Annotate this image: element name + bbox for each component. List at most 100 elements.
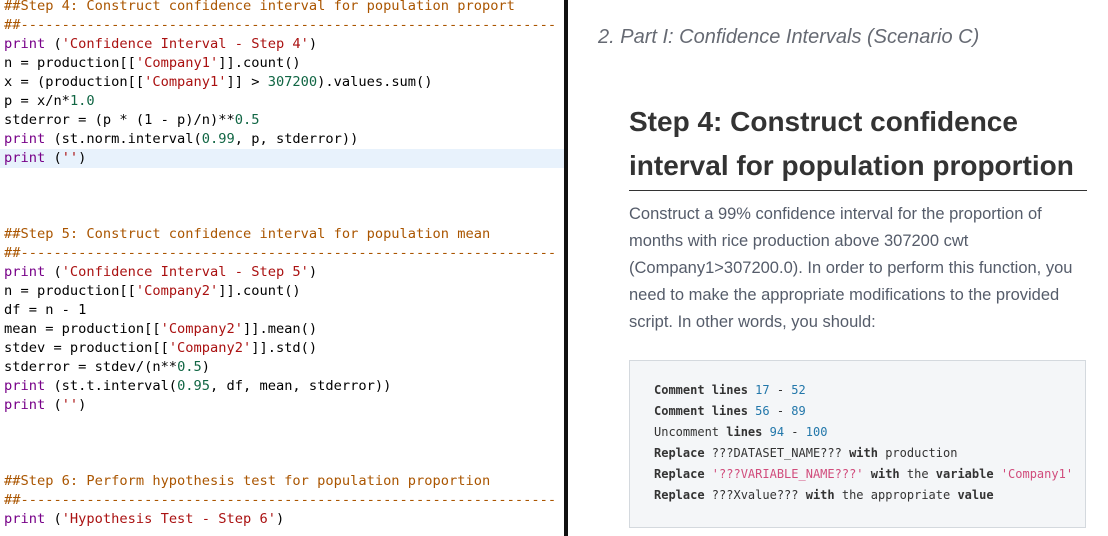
code-line[interactable]: stdev = production[['Company2']].std() (0, 339, 564, 358)
code-token: (st.t.interval( (45, 378, 178, 394)
code-editor[interactable]: ##Step 4: Construct confidence interval … (0, 0, 564, 536)
code-line[interactable]: ##--------------------------------------… (0, 491, 564, 510)
code-token: 'Company2' (135, 283, 219, 299)
instruction-token: variable (935, 467, 1001, 481)
code-line[interactable]: n = production[['Company1']].count() (0, 54, 564, 73)
code-token: ) (78, 150, 87, 166)
instruction-token: Uncomment (654, 425, 727, 439)
code-token: ##--------------------------------------… (4, 492, 557, 508)
code-token: ).values.sum() (317, 74, 433, 90)
code-line[interactable]: df = n - 1 (0, 301, 564, 320)
instruction-token: 94 (769, 425, 785, 439)
instruction-token: 56 (755, 404, 770, 418)
code-token: print (4, 511, 46, 527)
instruction-token: ???Xvalue??? (711, 488, 806, 502)
code-token: print (4, 264, 46, 280)
code-token: ) (201, 359, 211, 375)
step-description: Construct a 99% confidence interval for … (629, 205, 1073, 331)
code-token: '' (61, 397, 79, 413)
code-token: ( (45, 264, 62, 280)
code-token: x = (production[[ (4, 74, 145, 90)
code-token: (st.norm.interval( (45, 131, 202, 147)
code-line[interactable] (0, 187, 564, 206)
code-line[interactable]: print (st.norm.interval(0.99, p, stderro… (0, 130, 564, 149)
code-line[interactable]: ##--------------------------------------… (0, 16, 564, 35)
code-token: ##--------------------------------------… (4, 245, 557, 261)
instruction-line: Replace '???VARIABLE_NAME???' with the v… (654, 464, 1073, 485)
code-token: df = n - 1 (4, 302, 87, 318)
code-line[interactable]: ##Step 4: Construct confidence interval … (0, 0, 564, 16)
code-token: 0.95 (177, 378, 211, 394)
code-token: ) (275, 511, 285, 527)
code-token: 'Company1' (144, 74, 227, 90)
code-token: ( (45, 511, 62, 527)
code-line[interactable] (0, 206, 564, 225)
code-token: print (4, 36, 46, 52)
code-token: n = production[[ (4, 55, 136, 71)
instruction-token: lines (726, 425, 770, 439)
code-line[interactable]: ##Step 6: Perform hypothesis test for po… (0, 472, 564, 491)
code-token: n = production[[ (4, 283, 136, 299)
code-token: mean = production[[ (4, 321, 161, 337)
code-token: print (4, 150, 46, 166)
code-token: ##Step 5: Construct confidence interval … (4, 226, 491, 242)
code-token: ( (45, 150, 62, 166)
code-line[interactable]: mean = production[['Company2']].mean() (0, 320, 564, 339)
code-token: 'Company2' (160, 321, 243, 337)
code-token: ]].mean() (242, 321, 318, 337)
code-line[interactable]: print (st.t.interval(0.95, df, mean, std… (0, 377, 564, 396)
instruction-line: Comment lines 17 - 52 (654, 380, 806, 401)
code-line[interactable]: p = x/n*1.0 (0, 92, 564, 111)
instruction-token: the appropriate (841, 488, 958, 502)
instruction-token: 17 (755, 383, 770, 397)
instruction-token: with (849, 446, 886, 460)
instruction-token: the (906, 467, 936, 481)
instruction-line: Replace ???DATASET_NAME??? with producti… (654, 443, 957, 464)
instruction-line: Uncomment lines 94 - 100 (654, 422, 827, 443)
code-line[interactable]: ##--------------------------------------… (0, 244, 564, 263)
code-token: 0.5 (234, 112, 260, 128)
code-token: 'Company1' (135, 55, 219, 71)
code-line[interactable] (0, 168, 564, 187)
code-line[interactable]: x = (production[['Company1']] > 307200).… (0, 73, 564, 92)
code-token: print (4, 131, 46, 147)
code-line[interactable]: ##Step 5: Construct confidence interval … (0, 225, 564, 244)
code-token: ##Step 6: Perform hypothesis test for po… (4, 473, 491, 489)
code-token: ( (45, 397, 62, 413)
code-line[interactable]: print ('Confidence Interval - Step 4') (0, 35, 564, 54)
code-line[interactable]: stderror = (p * (1 - p)/n)**0.5 (0, 111, 564, 130)
code-token: ) (308, 264, 318, 280)
code-token: 1.0 (69, 93, 95, 109)
instruction-token: '???VARIABLE_NAME???' (711, 467, 864, 481)
code-line[interactable]: n = production[['Company2']].count() (0, 282, 564, 301)
instruction-line: Comment lines 56 - 89 (654, 401, 806, 422)
instruction-token: Comment lines (654, 404, 756, 418)
code-token: '' (61, 150, 79, 166)
section-title: 2. Part I: Confidence Intervals (Scenari… (598, 26, 980, 48)
code-line[interactable] (0, 434, 564, 453)
code-token: stderror = (p * (1 - p)/n)** (4, 112, 235, 128)
instruction-token: 'Company1' (1000, 467, 1074, 481)
code-token: ]].count() (218, 55, 301, 71)
code-token: ##--------------------------------------… (4, 17, 557, 33)
code-token: , p, stderror)) (234, 131, 359, 147)
code-token: , df, mean, stderror)) (210, 378, 392, 394)
code-token: print (4, 397, 46, 413)
instruction-token: Replace (654, 467, 712, 481)
instruction-token: Replace (654, 488, 712, 502)
code-line[interactable]: print ('Hypothesis Test - Step 6') (0, 510, 564, 529)
instruction-token: Comment lines (654, 383, 756, 397)
code-token: ) (78, 397, 87, 413)
code-line[interactable] (0, 453, 564, 472)
code-line[interactable]: print ('') (0, 149, 564, 168)
code-token: ]].count() (218, 283, 301, 299)
code-token: 0.5 (177, 359, 202, 375)
code-line[interactable]: stderror = stdev/(n**0.5) (0, 358, 564, 377)
instruction-token: 89 (791, 404, 806, 418)
code-line[interactable]: print ('') (0, 396, 564, 415)
notebook-pane: 2. Part I: Confidence Intervals (Scenari… (568, 0, 1108, 536)
code-line[interactable]: print ('Confidence Interval - Step 5') (0, 263, 564, 282)
code-line[interactable] (0, 415, 564, 434)
code-token: ]].std() (251, 340, 318, 356)
code-token: ##Step 4: Construct confidence interval … (4, 0, 515, 14)
